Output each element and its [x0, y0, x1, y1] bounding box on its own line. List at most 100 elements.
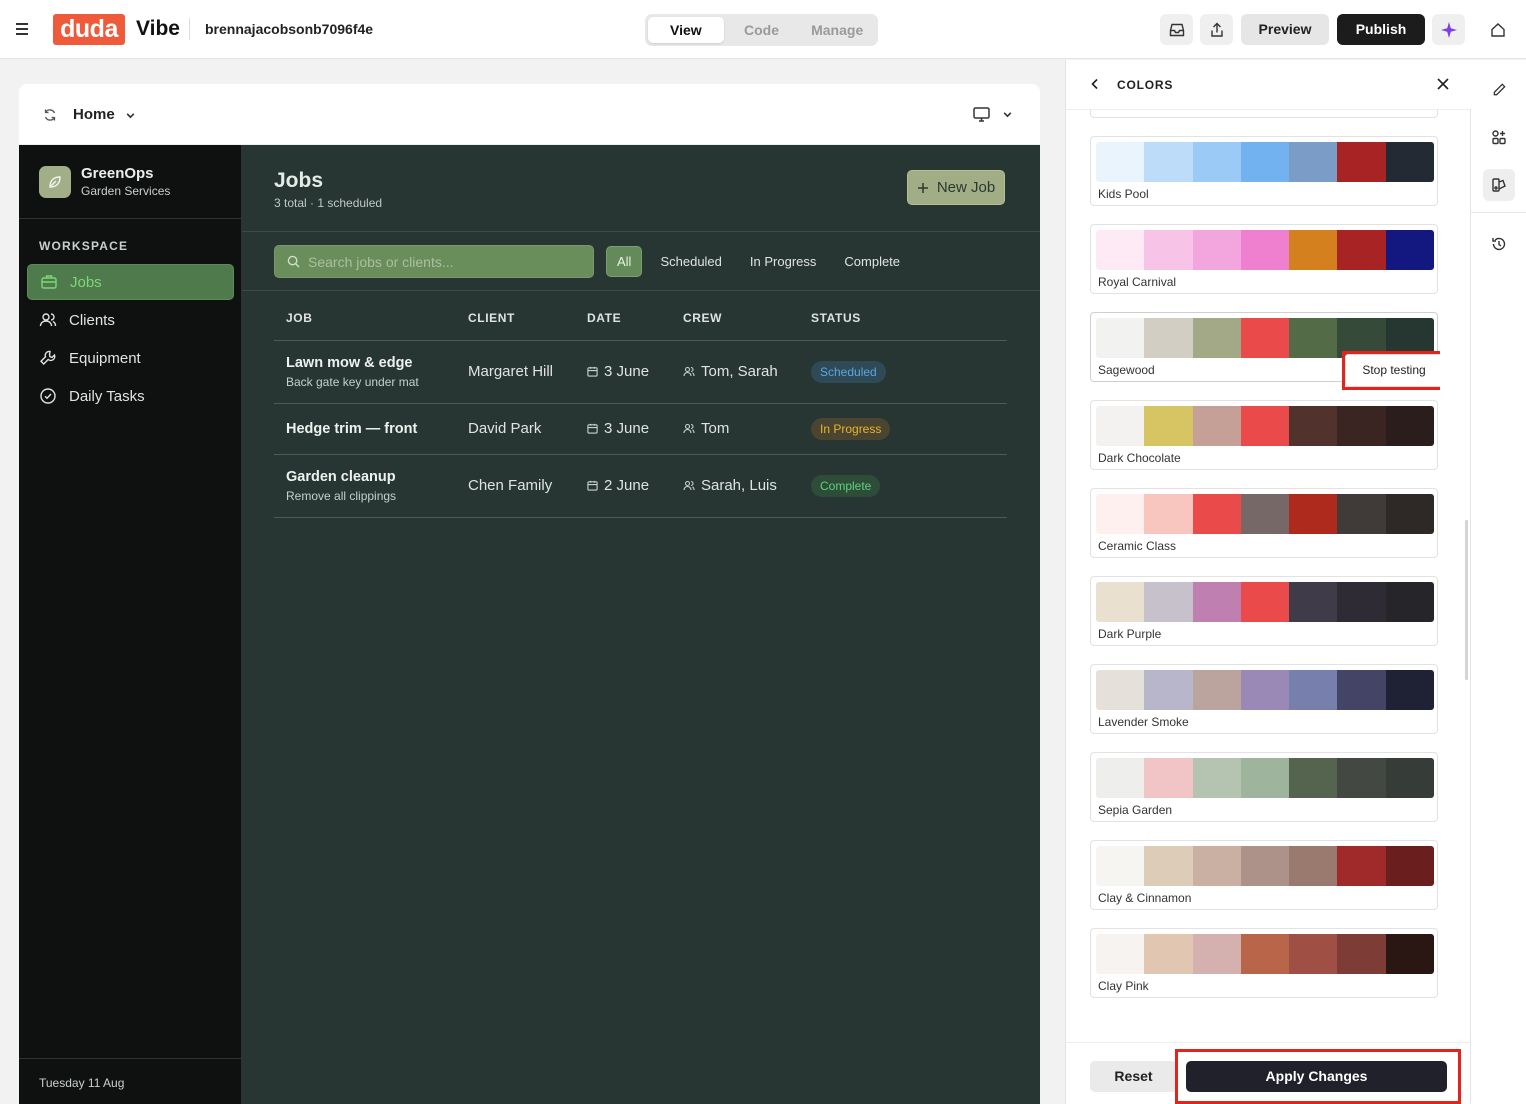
job-date: 3 June: [604, 363, 650, 380]
job-note: Back gate key under mat: [286, 374, 419, 389]
back-icon[interactable]: [1088, 77, 1102, 91]
palette-option-pine[interactable]: Pine: [1090, 110, 1438, 118]
ai-assistant-button[interactable]: [1432, 14, 1465, 45]
palette-option-clay-pink[interactable]: Clay Pink: [1090, 928, 1438, 998]
desktop-icon: [973, 107, 990, 122]
palette-option-lavender-smoke[interactable]: Lavender Smoke: [1090, 664, 1438, 734]
color-swatch: [1337, 758, 1386, 798]
current-date: Tuesday 11 Aug: [39, 1076, 125, 1090]
color-swatch: [1289, 846, 1338, 886]
page-selector-label: Home: [73, 106, 115, 123]
mode-tab-manage[interactable]: Manage: [799, 17, 875, 43]
sidebar-item-daily-tasks[interactable]: Daily Tasks: [27, 378, 234, 414]
check-circle-icon: [39, 387, 57, 405]
sidebar-item-label: Clients: [69, 311, 115, 329]
color-swatch: [1240, 142, 1290, 182]
mode-tab-code[interactable]: Code: [724, 17, 800, 43]
status-badge: Scheduled: [811, 360, 886, 383]
color-swatch: [1144, 230, 1193, 270]
color-swatch: [1337, 846, 1386, 886]
device-selector[interactable]: [973, 107, 1013, 122]
job-note: Remove all clippings: [286, 488, 397, 503]
stop-testing-button[interactable]: Stop testing: [1345, 354, 1440, 387]
page-header: Jobs 3 total · 1 scheduled New Job: [242, 145, 1040, 232]
sidebar-item-label: Daily Tasks: [69, 387, 145, 405]
preview-button[interactable]: Preview: [1241, 14, 1329, 45]
client-cell: David Park: [456, 403, 575, 455]
color-swatch: [1240, 670, 1290, 710]
palette-option-royal-carnival[interactable]: Royal Carnival: [1090, 224, 1438, 294]
inbox-button[interactable]: [1160, 14, 1193, 45]
palette-name: Dark Purple: [1098, 627, 1162, 641]
color-swatch: [1337, 142, 1386, 182]
column-header-client: CLIENT: [456, 311, 575, 341]
filter-in-progress[interactable]: In Progress: [740, 246, 826, 277]
reset-button[interactable]: Reset: [1090, 1061, 1177, 1092]
color-swatch: [1144, 846, 1193, 886]
page-selector[interactable]: Home: [73, 106, 136, 123]
color-swatch: [1192, 406, 1241, 446]
page-subtitle: 3 total · 1 scheduled: [274, 196, 383, 210]
refresh-icon[interactable]: [43, 108, 57, 122]
mode-tab-view[interactable]: View: [648, 17, 724, 43]
color-swatch: [1289, 670, 1338, 710]
color-swatch: [1096, 934, 1145, 974]
palette-option-sagewood[interactable]: Sagewood Stop testing: [1090, 312, 1440, 390]
sidebar-item-clients[interactable]: Clients: [27, 302, 234, 338]
page-title: Jobs: [274, 169, 324, 192]
palette-option-clay-cinnamon[interactable]: Clay & Cinnamon: [1090, 840, 1438, 910]
jobs-page: Jobs 3 total · 1 scheduled New Job All S…: [242, 145, 1040, 1104]
table-row[interactable]: Hedge trim — front David Park 3 June Tom…: [274, 403, 1007, 455]
job-cell: Lawn mow & edge Back gate key under mat: [274, 340, 456, 404]
palette-option-ceramic-class[interactable]: Ceramic Class: [1090, 488, 1438, 558]
design-tool-button[interactable]: [1483, 169, 1515, 201]
table-row[interactable]: Garden cleanup Remove all clippings Chen…: [274, 454, 1007, 518]
menu-icon[interactable]: [16, 20, 34, 38]
sidebar-item-jobs[interactable]: Jobs: [27, 264, 234, 300]
home-button[interactable]: [1481, 14, 1514, 45]
edit-tool-button[interactable]: [1483, 73, 1515, 105]
sidebar-item-equipment[interactable]: Equipment: [27, 340, 234, 376]
color-swatch: [1144, 582, 1193, 622]
top-bar: duda Vibe brennajacobsonb7096f4e View Co…: [0, 0, 1526, 59]
share-button[interactable]: [1200, 14, 1233, 45]
panel-header: COLORS: [1066, 60, 1471, 110]
vibe-logo: Vibe: [136, 17, 180, 40]
publish-button[interactable]: Publish: [1337, 14, 1425, 45]
divider: [1471, 212, 1526, 213]
palette-option-dark-chocolate[interactable]: Dark Chocolate: [1090, 400, 1438, 470]
column-header-crew: CREW: [671, 311, 799, 341]
color-swatch: [1144, 670, 1193, 710]
color-swatch: [1096, 582, 1145, 622]
color-swatch: [1385, 494, 1434, 534]
palette-option-sepia-garden[interactable]: Sepia Garden: [1090, 752, 1438, 822]
search-input[interactable]: [308, 253, 578, 270]
filter-complete[interactable]: Complete: [834, 246, 910, 277]
share-icon: [1210, 22, 1223, 37]
brand-subtitle: Garden Services: [81, 184, 171, 198]
color-swatch: [1144, 406, 1193, 446]
color-swatch: [1337, 670, 1386, 710]
palette-swatches: [1096, 230, 1434, 270]
close-icon[interactable]: [1436, 77, 1450, 91]
history-tool-button[interactable]: [1483, 228, 1515, 260]
sidebar-item-label: Jobs: [70, 273, 102, 291]
sidebar-footer: Tuesday 11 Aug: [19, 1058, 242, 1104]
sidebar-item-label: Equipment: [69, 349, 141, 367]
filter-all[interactable]: All: [606, 246, 643, 277]
color-swatch: [1192, 142, 1241, 182]
palette-option-kids-pool[interactable]: Kids Pool: [1090, 136, 1438, 206]
table-row[interactable]: Lawn mow & edge Back gate key under mat …: [274, 340, 1007, 404]
color-swatch: [1240, 318, 1290, 358]
palette-option-dark-purple[interactable]: Dark Purple: [1090, 576, 1438, 646]
date-cell: 3 June: [575, 340, 671, 404]
widgets-tool-button[interactable]: [1483, 121, 1515, 153]
pencil-icon: [1493, 82, 1506, 95]
filter-scheduled[interactable]: Scheduled: [650, 246, 731, 277]
apply-changes-button[interactable]: Apply Changes: [1186, 1061, 1447, 1092]
new-job-button[interactable]: New Job: [907, 170, 1005, 205]
status-cell: Scheduled: [799, 340, 1007, 404]
site-preview: Home GreenOps Garden Services WORKSPACE: [19, 84, 1040, 1104]
table-header: JOB CLIENT DATE CREW STATUS: [274, 311, 1007, 341]
panel-scrollbar[interactable]: [1465, 520, 1468, 680]
